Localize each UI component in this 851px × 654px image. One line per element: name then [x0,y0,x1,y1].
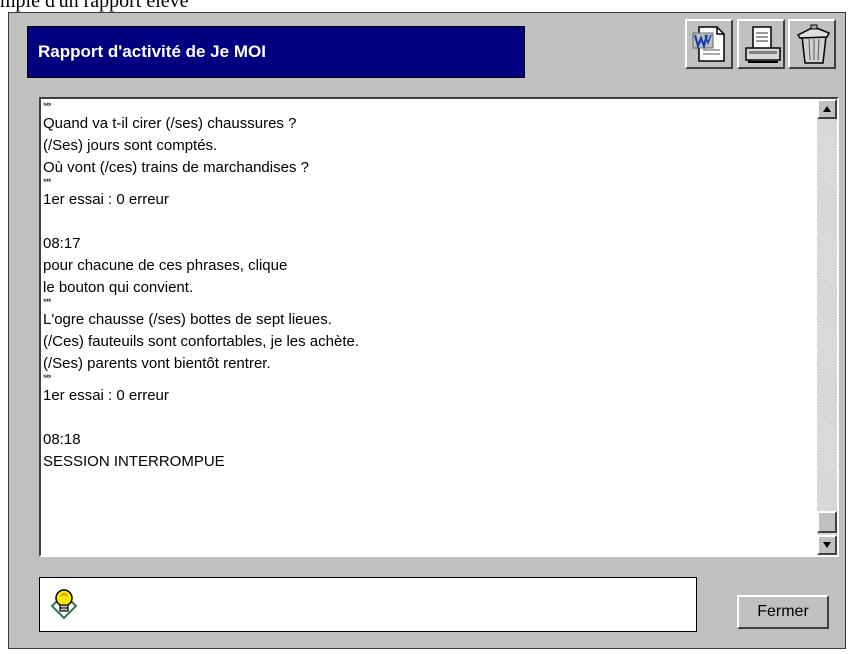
printer-icon [745,26,781,63]
report-line: Quand va t-il cirer (/ses) chaussures ? [43,115,297,132]
report-text: *** Quand va t-il cirer (/ses) chaussures… [41,99,811,555]
hint-box [39,577,697,632]
report-line: Où vont (/ces) trains de marchandises ? [43,159,309,176]
report-line: le bouton qui convient. [43,279,194,296]
report-dialog: Rapport d'activité de Je MOI *** Quand v… [8,12,846,649]
scroll-up-button[interactable] [817,99,837,119]
report-line: 08:18 [43,431,81,448]
activity-report[interactable]: *** Quand va t-il cirer (/ses) chaussures… [39,97,839,557]
title-bar: Rapport d'activité de Je MOI [27,26,525,78]
report-separator: *** [43,101,52,111]
report-line: L'ogre chausse (/ses) bottes de sept lie… [43,311,332,328]
export-word-button[interactable] [685,19,733,69]
close-button[interactable]: Fermer [737,595,829,629]
report-line: (/Ces) fauteuils sont confortables, je l… [43,333,359,350]
lightbulb-icon [50,589,78,620]
vertical-scrollbar[interactable] [817,99,837,555]
report-line: 08:17 [43,235,81,252]
report-separator: *** [43,373,52,383]
report-separator: *** [43,177,52,187]
report-line: pour chacune de ces phrases, clique [43,257,288,274]
trash-can-icon [796,24,831,64]
scroll-thumb[interactable] [817,511,837,533]
report-line: (/Ses) parents vont bientôt rentrer. [43,355,271,372]
report-separator: *** [43,297,52,307]
page-caption: mple d'un rapport élève [0,0,189,12]
report-line: 1er essai : 0 erreur [43,191,169,208]
word-document-icon [692,26,725,62]
scroll-down-button[interactable] [817,535,837,555]
delete-button[interactable] [788,19,836,69]
report-blank-line [41,211,811,233]
report-line: (/Ses) jours sont comptés. [43,137,218,154]
print-button[interactable] [737,19,785,69]
report-line: 1er essai : 0 erreur [43,387,169,404]
report-blank-line [41,407,811,429]
arrow-up-icon [823,106,831,112]
arrow-down-icon [823,542,831,548]
window-title: Rapport d'activité de Je MOI [38,42,266,61]
report-line: SESSION INTERROMPUE [43,453,225,470]
